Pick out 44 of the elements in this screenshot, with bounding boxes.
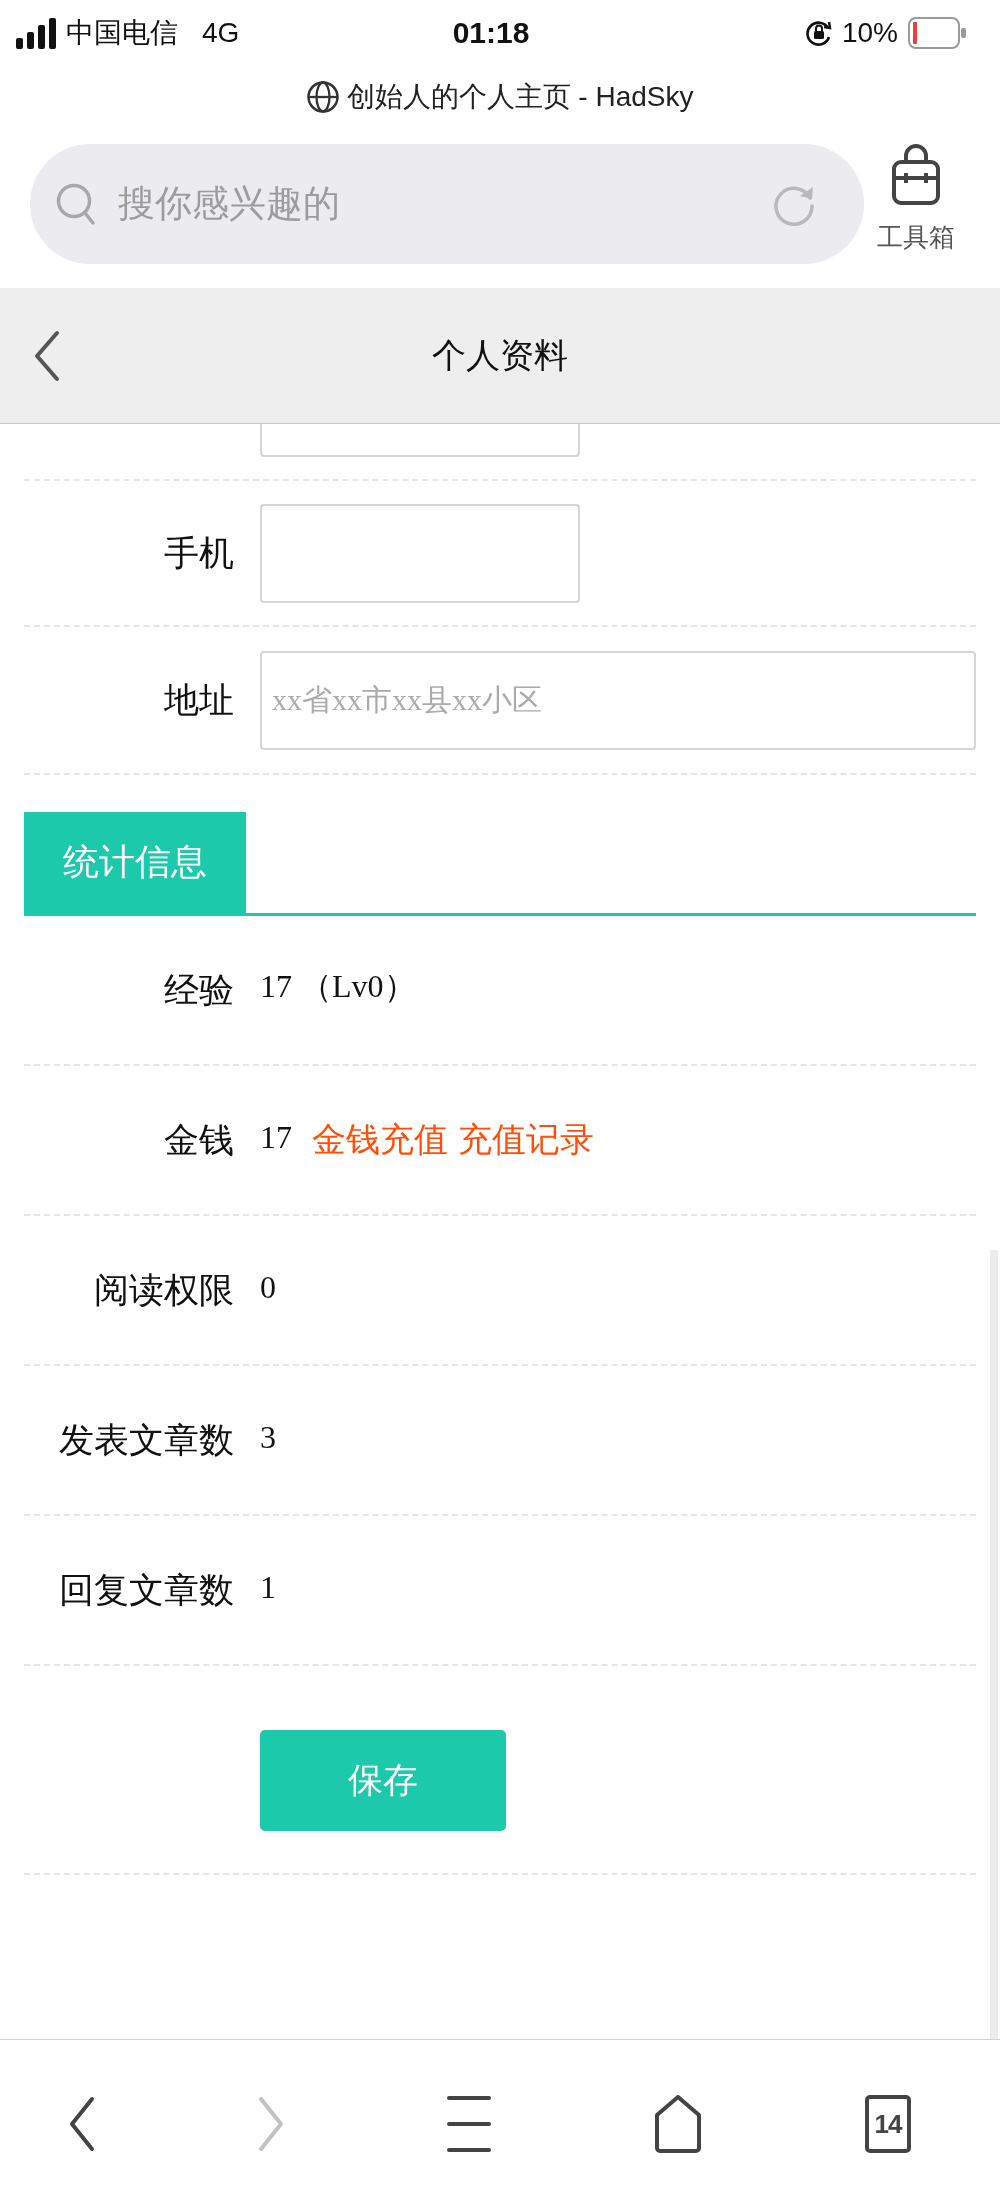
clock-time: 01:18 — [452, 16, 530, 50]
globe-icon — [306, 79, 339, 115]
stat-value: 1 — [260, 1568, 276, 1606]
battery-percent: 10% — [841, 17, 898, 49]
toolbox-button[interactable]: 工具箱 — [864, 144, 968, 255]
chevron-left-icon — [69, 2096, 95, 2152]
network-type: 4G — [202, 17, 240, 49]
rotation-lock-icon — [805, 19, 832, 47]
input-field[interactable] — [260, 424, 580, 457]
chevron-right-icon — [258, 2096, 284, 2152]
text-link[interactable]: 金钱充值 — [312, 1117, 448, 1163]
back-button[interactable] — [34, 329, 60, 382]
back-button[interactable] — [69, 2096, 95, 2152]
home-button[interactable] — [654, 2095, 702, 2153]
search-field[interactable]: 搜你感兴趣的 — [30, 144, 864, 264]
field-label: 地址 — [163, 678, 234, 721]
search-icon — [56, 182, 96, 226]
text-link[interactable]: 充值记录 — [458, 1117, 594, 1163]
stat-label: 金钱 — [163, 1118, 234, 1161]
home-icon — [654, 2095, 702, 2153]
chevron-left-icon — [34, 329, 60, 382]
stat-value: 17 （Lv0） — [260, 967, 416, 1006]
search-input[interactable]: 搜你感兴趣的 — [118, 174, 750, 234]
battery-icon — [908, 17, 966, 49]
stat-label: 发表文章数 — [58, 1418, 234, 1461]
stat-value: 3 — [260, 1418, 276, 1456]
page-heading: 个人资料 — [432, 334, 568, 376]
page-title: 创始人的个人主页 - HadSky — [346, 80, 694, 114]
stat-label: 阅读权限 — [93, 1268, 234, 1311]
field-label: 手机 — [163, 531, 234, 574]
stat-value: 0 — [260, 1268, 276, 1306]
input-field[interactable] — [260, 503, 580, 603]
save-button[interactable]: 保存 — [260, 1730, 506, 1831]
input-field[interactable]: xx省xx市xx县xx小区 — [260, 650, 976, 750]
stat-label: 回复文章数 — [58, 1568, 234, 1611]
carrier-name: 中国电信 — [66, 16, 178, 50]
signal-icon — [16, 17, 56, 49]
tabs-button[interactable]: 14 — [865, 2095, 911, 2153]
menu-icon — [447, 2096, 491, 2152]
toolbox-icon — [891, 144, 941, 206]
stat-label: 经验 — [163, 968, 234, 1011]
stat-value: 17 — [260, 1118, 292, 1156]
menu-button[interactable] — [447, 2096, 491, 2152]
section-heading: 统计信息 — [24, 812, 246, 913]
